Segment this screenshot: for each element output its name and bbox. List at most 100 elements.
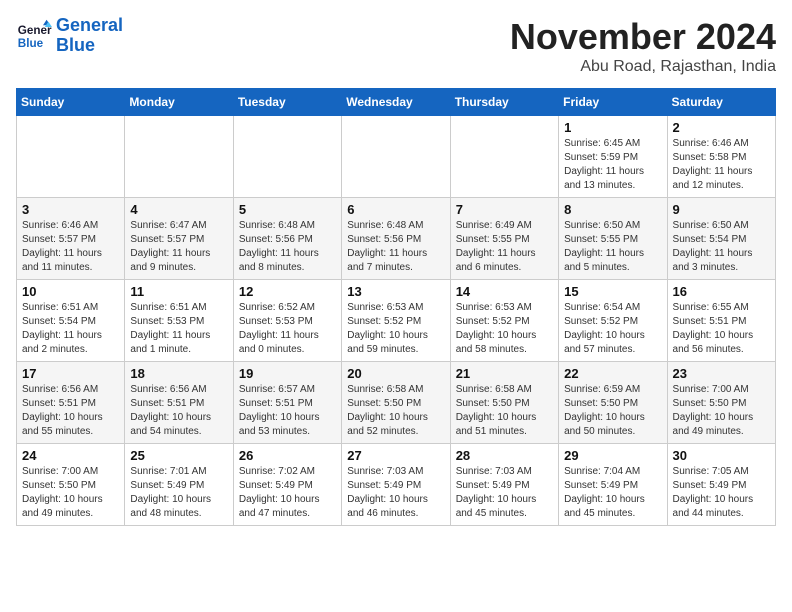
calendar-cell: 13 Sunrise: 6:53 AM Sunset: 5:52 PM Dayli… (342, 280, 450, 362)
calendar-cell: 18 Sunrise: 6:56 AM Sunset: 5:51 PM Dayli… (125, 362, 233, 444)
calendar-cell (233, 116, 341, 198)
day-number: 17 (22, 366, 119, 381)
calendar-cell: 7Sunrise: 6:49 AM Sunset: 5:55 PM Daylig… (450, 198, 558, 280)
calendar-cell: 30Sunrise: 7:05 AM Sunset: 5:49 PM Dayli… (667, 444, 775, 526)
calendar-cell: 5Sunrise: 6:48 AM Sunset: 5:56 PM Daylig… (233, 198, 341, 280)
day-info: Sunrise: 7:02 AM Sunset: 5:49 PM Dayligh… (239, 465, 336, 521)
header-sunday: Sunday (17, 89, 125, 116)
calendar-cell: 3 Sunrise: 6:46 AM Sunset: 5:57 PM Daylig… (17, 198, 125, 280)
calendar-week-5: 24 Sunrise: 7:00 AM Sunset: 5:50 PM Dayli… (17, 444, 776, 526)
day-number: 3 (22, 202, 119, 217)
day-info: Sunrise: 6:48 AM Sunset: 5:56 PM Dayligh… (239, 219, 336, 275)
calendar-cell: 9 Sunrise: 6:50 AM Sunset: 5:54 PM Daylig… (667, 198, 775, 280)
month-title: November 2024 (510, 16, 776, 58)
day-info: Sunrise: 7:03 AM Sunset: 5:49 PM Dayligh… (347, 465, 444, 521)
day-info: Sunrise: 6:57 AM Sunset: 5:51 PM Dayligh… (239, 383, 336, 439)
calendar-week-3: 10Sunrise: 6:51 AM Sunset: 5:54 PM Dayli… (17, 280, 776, 362)
day-number: 11 (130, 284, 227, 299)
day-number: 20 (347, 366, 444, 381)
calendar-cell: 14Sunrise: 6:53 AM Sunset: 5:52 PM Dayli… (450, 280, 558, 362)
logo-icon: General Blue (16, 18, 52, 54)
calendar-cell (342, 116, 450, 198)
calendar-cell: 2 Sunrise: 6:46 AM Sunset: 5:58 PM Daylig… (667, 116, 775, 198)
day-info: Sunrise: 6:58 AM Sunset: 5:50 PM Dayligh… (456, 383, 553, 439)
calendar-cell (450, 116, 558, 198)
day-number: 6 (347, 202, 444, 217)
day-number: 15 (564, 284, 661, 299)
day-info: Sunrise: 6:46 AM Sunset: 5:57 PM Dayligh… (22, 219, 119, 275)
day-info: Sunrise: 7:01 AM Sunset: 5:49 PM Dayligh… (130, 465, 227, 521)
day-number: 9 (673, 202, 770, 217)
day-info: Sunrise: 7:00 AM Sunset: 5:50 PM Dayligh… (673, 383, 770, 439)
day-number: 12 (239, 284, 336, 299)
day-number: 13 (347, 284, 444, 299)
calendar-cell: 20 Sunrise: 6:58 AM Sunset: 5:50 PM Dayli… (342, 362, 450, 444)
day-number: 24 (22, 448, 119, 463)
header: General Blue General Blue November 2024 … (16, 16, 776, 76)
svg-text:Blue: Blue (18, 37, 44, 50)
calendar-cell: 16 Sunrise: 6:55 AM Sunset: 5:51 PM Dayli… (667, 280, 775, 362)
location-title: Abu Road, Rajasthan, India (510, 58, 776, 76)
calendar-cell: 26 Sunrise: 7:02 AM Sunset: 5:49 PM Dayli… (233, 444, 341, 526)
calendar-week-4: 17 Sunrise: 6:56 AM Sunset: 5:51 PM Dayli… (17, 362, 776, 444)
day-number: 8 (564, 202, 661, 217)
day-number: 7 (456, 202, 553, 217)
day-info: Sunrise: 6:47 AM Sunset: 5:57 PM Dayligh… (130, 219, 227, 275)
day-number: 18 (130, 366, 227, 381)
header-friday: Friday (559, 89, 667, 116)
calendar-table: Sunday Monday Tuesday Wednesday Thursday… (16, 88, 776, 526)
calendar-cell: 19Sunrise: 6:57 AM Sunset: 5:51 PM Dayli… (233, 362, 341, 444)
calendar-cell (17, 116, 125, 198)
day-info: Sunrise: 6:55 AM Sunset: 5:51 PM Dayligh… (673, 301, 770, 357)
day-info: Sunrise: 6:46 AM Sunset: 5:58 PM Dayligh… (673, 137, 770, 193)
calendar-cell: 10Sunrise: 6:51 AM Sunset: 5:54 PM Dayli… (17, 280, 125, 362)
day-number: 26 (239, 448, 336, 463)
calendar-week-1: 1 Sunrise: 6:45 AM Sunset: 5:59 PM Daylig… (17, 116, 776, 198)
calendar-cell: 27 Sunrise: 7:03 AM Sunset: 5:49 PM Dayli… (342, 444, 450, 526)
logo: General Blue General Blue (16, 16, 123, 56)
header-wednesday: Wednesday (342, 89, 450, 116)
day-number: 23 (673, 366, 770, 381)
day-info: Sunrise: 6:51 AM Sunset: 5:53 PM Dayligh… (130, 301, 227, 357)
calendar-cell: 4 Sunrise: 6:47 AM Sunset: 5:57 PM Daylig… (125, 198, 233, 280)
day-info: Sunrise: 6:50 AM Sunset: 5:55 PM Dayligh… (564, 219, 661, 275)
day-info: Sunrise: 7:05 AM Sunset: 5:49 PM Dayligh… (673, 465, 770, 521)
calendar-cell (125, 116, 233, 198)
day-number: 22 (564, 366, 661, 381)
calendar-cell: 11 Sunrise: 6:51 AM Sunset: 5:53 PM Dayli… (125, 280, 233, 362)
day-info: Sunrise: 6:50 AM Sunset: 5:54 PM Dayligh… (673, 219, 770, 275)
day-info: Sunrise: 7:00 AM Sunset: 5:50 PM Dayligh… (22, 465, 119, 521)
calendar-cell: 12 Sunrise: 6:52 AM Sunset: 5:53 PM Dayli… (233, 280, 341, 362)
day-info: Sunrise: 6:45 AM Sunset: 5:59 PM Dayligh… (564, 137, 661, 193)
day-info: Sunrise: 6:52 AM Sunset: 5:53 PM Dayligh… (239, 301, 336, 357)
calendar-cell: 24 Sunrise: 7:00 AM Sunset: 5:50 PM Dayli… (17, 444, 125, 526)
header-thursday: Thursday (450, 89, 558, 116)
calendar-cell: 15Sunrise: 6:54 AM Sunset: 5:52 PM Dayli… (559, 280, 667, 362)
calendar-cell: 1 Sunrise: 6:45 AM Sunset: 5:59 PM Daylig… (559, 116, 667, 198)
day-number: 29 (564, 448, 661, 463)
day-number: 25 (130, 448, 227, 463)
calendar-cell: 22 Sunrise: 6:59 AM Sunset: 5:50 PM Dayli… (559, 362, 667, 444)
calendar-cell: 6Sunrise: 6:48 AM Sunset: 5:56 PM Daylig… (342, 198, 450, 280)
calendar-cell: 25 Sunrise: 7:01 AM Sunset: 5:49 PM Dayli… (125, 444, 233, 526)
day-number: 21 (456, 366, 553, 381)
calendar-cell: 17 Sunrise: 6:56 AM Sunset: 5:51 PM Dayli… (17, 362, 125, 444)
day-number: 10 (22, 284, 119, 299)
weekday-header-row: Sunday Monday Tuesday Wednesday Thursday… (17, 89, 776, 116)
day-info: Sunrise: 6:53 AM Sunset: 5:52 PM Dayligh… (456, 301, 553, 357)
day-info: Sunrise: 6:53 AM Sunset: 5:52 PM Dayligh… (347, 301, 444, 357)
day-number: 16 (673, 284, 770, 299)
title-section: November 2024 Abu Road, Rajasthan, India (510, 16, 776, 76)
day-number: 2 (673, 120, 770, 135)
day-number: 1 (564, 120, 661, 135)
day-number: 27 (347, 448, 444, 463)
header-tuesday: Tuesday (233, 89, 341, 116)
day-info: Sunrise: 6:56 AM Sunset: 5:51 PM Dayligh… (22, 383, 119, 439)
day-number: 28 (456, 448, 553, 463)
day-info: Sunrise: 6:59 AM Sunset: 5:50 PM Dayligh… (564, 383, 661, 439)
header-monday: Monday (125, 89, 233, 116)
day-number: 4 (130, 202, 227, 217)
day-info: Sunrise: 6:56 AM Sunset: 5:51 PM Dayligh… (130, 383, 227, 439)
day-info: Sunrise: 6:58 AM Sunset: 5:50 PM Dayligh… (347, 383, 444, 439)
calendar-cell: 29Sunrise: 7:04 AM Sunset: 5:49 PM Dayli… (559, 444, 667, 526)
